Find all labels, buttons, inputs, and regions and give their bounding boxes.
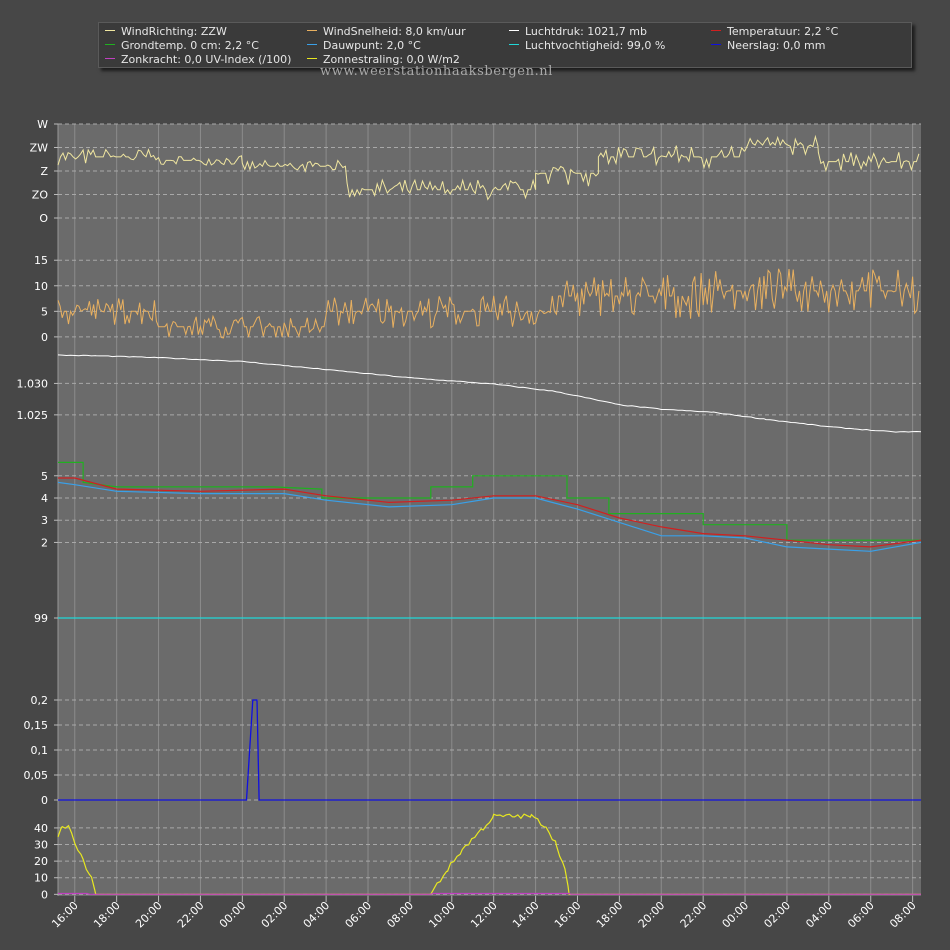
weather-chart: 16:00 18:00 20:00 22:00 00:00 02:00 04:00 06:00… [17,118,922,931]
legend-swatch [307,58,317,59]
legend-swatch [509,30,519,31]
x-tick-label: 02:00 [259,899,291,931]
y-tick-label: 5 [41,305,48,318]
x-tick-label: 16:00 [552,899,584,931]
legend-item: Neerslag: 0,0 mm [711,39,825,53]
legend-item: Luchtdruk: 1021,7 mb [509,25,647,39]
y-tick-label: 2 [41,536,48,549]
x-tick-label: 04:00 [301,899,333,931]
legend-swatch [105,30,115,31]
legend-swatch [105,58,115,59]
y-tick-label: 99 [34,612,48,625]
y-tick-label: 3 [41,514,48,527]
y-tick-label: 15 [34,254,48,267]
y-tick-label: 0 [41,331,48,344]
y-tick-label: Z [40,165,48,178]
x-tick-label: 22:00 [175,899,207,931]
legend-swatch [711,44,721,45]
y-tick-label: 20 [34,855,48,868]
y-tick-label: 30 [34,839,48,852]
x-tick-label: 06:00 [343,899,375,931]
legend-item: Zonkracht: 0,0 UV-Index (/100) [105,53,291,67]
plot-area [58,124,921,896]
x-tick-label: 04:00 [803,899,835,931]
x-tick-label: 06:00 [845,899,877,931]
legend-label: Dauwpunt: 2,0 °C [323,39,421,52]
legend-swatch [307,30,317,31]
x-tick-label: 18:00 [594,899,626,931]
y-tick-label: 10 [34,280,48,293]
y-tick-label: 0,2 [31,694,49,707]
y-tick-label: ZO [32,189,49,202]
legend-label: Neerslag: 0,0 mm [727,39,826,52]
legend-item: Luchtvochtigheid: 99,0 % [509,39,665,53]
legend-label: WindRichting: ZZW [121,25,227,38]
x-tick-label: 18:00 [91,899,123,931]
y-tick-label: W [37,118,48,131]
watermark: www.weerstationhaaksbergen.nl [320,64,554,79]
x-tick-label: 16:00 [49,899,81,931]
y-tick-label: 1.025 [17,409,49,422]
x-tick-label: 00:00 [720,899,752,931]
legend-label: Temperatuur: 2,2 °C [727,25,839,38]
x-tick-label: 20:00 [636,899,668,931]
y-tick-label: 40 [34,822,48,835]
y-tick-label: 10 [34,872,48,885]
x-tick-label: 12:00 [468,899,500,931]
x-tick-label: 00:00 [217,899,249,931]
y-tick-label: 0,15 [24,719,49,732]
y-tick-label: ZW [30,142,49,155]
legend-label: Luchtvochtigheid: 99,0 % [525,39,666,52]
y-tick-label: 5 [41,470,48,483]
legend-item: Temperatuur: 2,2 °C [711,25,838,39]
legend-item: WindRichting: ZZW [105,25,227,39]
y-tick-label: O [39,212,48,225]
legend-label: Grondtemp. 0 cm: 2,2 °C [121,39,259,52]
legend: WindRichting: ZZW WindSnelheid: 8,0 km/uu… [98,22,912,68]
y-tick-label: 4 [41,492,48,505]
y-tick-label: 0,1 [31,744,49,757]
legend-label: Luchtdruk: 1021,7 mb [525,25,647,38]
x-tick-label: 22:00 [678,899,710,931]
y-tick-label: 1.030 [17,377,49,390]
y-tick-label: 0,05 [24,769,49,782]
legend-item: WindSnelheid: 8,0 km/uur [307,25,466,39]
legend-item: Grondtemp. 0 cm: 2,2 °C [105,39,259,53]
legend-label: Zonkracht: 0,0 UV-Index (/100) [121,53,292,66]
legend-label: WindSnelheid: 8,0 km/uur [323,25,466,38]
legend-swatch [307,44,317,45]
x-tick-label: 20:00 [133,899,165,931]
legend-swatch [711,30,721,31]
y-tick-label: 0 [41,888,48,901]
x-tick-label: 02:00 [761,899,793,931]
legend-swatch [509,44,519,45]
x-tick-label: 08:00 [384,899,416,931]
x-tick-label: 10:00 [426,899,458,931]
legend-item: Dauwpunt: 2,0 °C [307,39,421,53]
legend-swatch [105,44,115,45]
y-tick-label: 0 [41,794,48,807]
x-tick-label: 08:00 [887,899,919,931]
x-tick-label: 14:00 [510,899,542,931]
